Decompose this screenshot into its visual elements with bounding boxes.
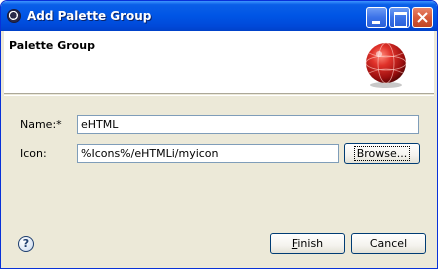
name-field[interactable]: eHTML <box>77 115 419 134</box>
minimize-button[interactable] <box>366 7 387 28</box>
palette-sphere-icon <box>365 42 407 88</box>
maximize-button[interactable] <box>389 7 410 28</box>
dialog-window: Add Palette Group Palette Group Name:* e… <box>0 0 438 269</box>
cancel-button[interactable]: Cancel <box>351 233 426 254</box>
finish-label: inish <box>297 237 324 250</box>
help-icon[interactable]: ? <box>18 236 34 252</box>
title-bar[interactable]: Add Palette Group <box>1 1 437 31</box>
icon-path-field[interactable]: %Icons%/eHTMLi/myicon <box>77 144 339 163</box>
name-label: Name:* <box>20 118 62 131</box>
close-icon <box>417 12 428 23</box>
banner-separator <box>4 95 434 96</box>
close-button[interactable] <box>412 7 433 28</box>
banner-area: Palette Group <box>4 31 434 94</box>
browse-button-label: Browse... <box>353 146 411 161</box>
browse-button[interactable]: Browse... <box>344 143 420 164</box>
finish-button[interactable]: Finish <box>270 233 345 254</box>
window-title: Add Palette Group <box>27 9 152 23</box>
eclipse-icon <box>7 9 21 23</box>
icon-label: Icon: <box>20 147 47 160</box>
banner-title: Palette Group <box>9 39 95 52</box>
